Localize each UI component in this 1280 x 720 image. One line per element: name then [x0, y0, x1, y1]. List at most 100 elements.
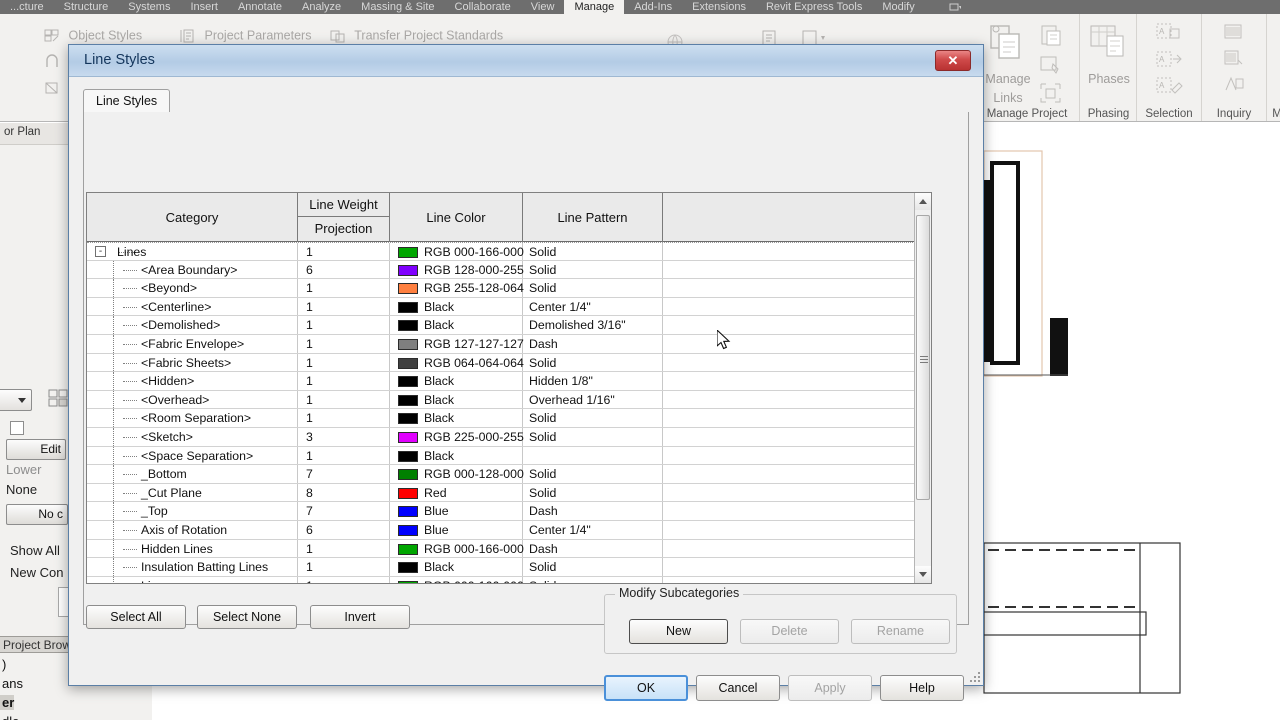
resize-grip[interactable] — [968, 670, 980, 682]
help-button[interactable]: Help — [880, 675, 964, 701]
cell-line-color[interactable]: Blue — [390, 502, 523, 520]
column-header-category[interactable]: Category — [87, 193, 298, 242]
table-row[interactable]: Hidden Lines 1 RGB 000-166-000 Dash — [87, 539, 931, 559]
cell-category[interactable]: - Lines — [87, 243, 298, 260]
grid-vertical-scrollbar[interactable] — [914, 193, 931, 583]
no-clip-button[interactable]: No c — [6, 504, 68, 525]
ok-button[interactable]: OK — [604, 675, 688, 701]
cell-line-color[interactable]: RGB 127-127-127 — [390, 334, 524, 353]
table-row[interactable]: <Hidden> 1 Black Hidden 1/8" — [87, 372, 931, 391]
cell-category[interactable]: Hidden Lines — [87, 539, 298, 558]
cell-line-color[interactable]: RGB 255-128-064 — [390, 279, 524, 297]
cell-line-pattern[interactable]: Solid — [523, 243, 663, 260]
table-row[interactable]: <Space Separation> 1 Black — [87, 446, 931, 466]
ribbon-item-transfer-project-standards[interactable]: Transfer Project Standards — [330, 28, 503, 44]
cell-line-weight[interactable]: 1 — [298, 243, 390, 260]
cell-category[interactable]: <Beyond> — [87, 279, 298, 297]
ribbon-tab--cture[interactable]: ...cture — [0, 0, 54, 14]
expander-icon[interactable]: - — [95, 246, 106, 257]
cell-line-weight[interactable]: 7 — [298, 465, 390, 483]
cell-line-pattern[interactable]: Solid — [523, 465, 663, 483]
cell-line-weight[interactable]: 1 — [298, 409, 390, 427]
select-all-button[interactable]: Select All — [86, 605, 186, 629]
cell-line-weight[interactable]: 8 — [298, 483, 390, 502]
cell-line-color[interactable]: RGB 225-000-255 — [390, 427, 524, 446]
cell-line-weight[interactable]: 6 — [298, 520, 390, 539]
cell-line-color[interactable]: Black — [390, 372, 523, 390]
table-row[interactable]: _Top 7 Blue Dash — [87, 502, 931, 521]
table-row[interactable]: <Overhead> 1 Black Overhead 1/16" — [87, 390, 931, 410]
cell-line-weight[interactable]: 7 — [298, 502, 390, 520]
cancel-button[interactable]: Cancel — [696, 675, 780, 701]
cell-category[interactable]: Insulation Batting Lines — [87, 558, 298, 576]
cell-line-pattern[interactable] — [523, 446, 663, 465]
cell-line-color[interactable]: Black — [390, 297, 523, 316]
cell-category[interactable]: Lines — [87, 576, 298, 583]
cell-line-weight[interactable]: 1 — [298, 390, 390, 409]
cell-line-color[interactable]: RGB 000-128-000 — [390, 465, 524, 483]
ribbon-tab-collaborate[interactable]: Collaborate — [445, 0, 521, 14]
scroll-up-icon[interactable] — [915, 193, 931, 210]
cell-line-weight[interactable]: 1 — [298, 539, 390, 558]
cell-line-pattern[interactable]: Solid — [523, 576, 663, 583]
scrollbar-thumb[interactable] — [916, 215, 930, 500]
column-header-line-pattern[interactable]: Line Pattern — [523, 193, 663, 242]
line-styles-grid[interactable]: Category Line Weight Projection Line Col… — [86, 192, 932, 584]
cell-line-weight[interactable]: 1 — [298, 316, 390, 334]
cell-line-weight[interactable]: 1 — [298, 576, 390, 583]
cell-category[interactable]: <Overhead> — [87, 390, 298, 409]
ribbon-tab-modify[interactable]: Modify — [872, 0, 924, 14]
new-subcategory-button[interactable]: New — [629, 619, 728, 644]
invert-button[interactable]: Invert — [310, 605, 410, 629]
project-browser-item[interactable]: ans — [0, 676, 23, 691]
cell-category[interactable]: <Space Separation> — [87, 446, 298, 465]
inquiry-icon-a[interactable] — [1222, 22, 1246, 44]
cell-line-weight[interactable]: 1 — [298, 353, 390, 372]
manage-project-icon-b[interactable] — [1039, 54, 1065, 78]
cell-line-color[interactable]: Black — [390, 409, 523, 427]
cell-line-weight[interactable]: 1 — [298, 297, 390, 316]
cell-category[interactable]: _Cut Plane — [87, 483, 298, 502]
column-header-line-weight[interactable]: Line Weight Projection — [298, 193, 390, 242]
scroll-down-icon[interactable] — [915, 566, 931, 583]
cell-line-color[interactable]: RGB 000-166-000 — [390, 243, 524, 260]
cell-line-pattern[interactable]: Dash — [523, 334, 663, 353]
cell-category[interactable]: <Hidden> — [87, 372, 298, 390]
table-row[interactable]: <Demolished> 1 Black Demolished 3/16" — [87, 316, 931, 335]
cell-category[interactable]: <Demolished> — [87, 316, 298, 334]
cell-line-pattern[interactable]: Center 1/4" — [523, 297, 663, 316]
ribbon-item-project-parameters[interactable]: Project Parameters — [180, 28, 311, 44]
show-all-link[interactable]: Show All — [10, 543, 60, 558]
table-row[interactable]: - Lines 1 RGB 000-166-000 Solid — [87, 242, 931, 261]
table-row[interactable]: <Beyond> 1 RGB 255-128-064 Solid — [87, 279, 931, 298]
table-row[interactable]: _Cut Plane 8 Red Solid — [87, 483, 931, 503]
ribbon-item-object-styles[interactable]: Object Styles — [44, 28, 142, 44]
tab-line-styles[interactable]: Line Styles — [83, 89, 171, 113]
ribbon-minimize-icon[interactable] — [939, 0, 971, 14]
cell-line-color[interactable]: RGB 000-166-000 — [390, 539, 524, 558]
table-row[interactable]: Lines 1 RGB 000-166-000 Solid — [87, 576, 931, 583]
cell-line-pattern[interactable]: Center 1/4" — [523, 520, 663, 539]
cell-line-pattern[interactable]: Dash — [523, 539, 663, 558]
cell-line-color[interactable]: RGB 000-166-000 — [390, 576, 524, 583]
cell-line-weight[interactable]: 6 — [298, 260, 390, 279]
cell-category[interactable]: _Top — [87, 502, 298, 520]
cell-line-pattern[interactable]: Hidden 1/8" — [523, 372, 663, 390]
cell-line-color[interactable]: Black — [390, 390, 523, 409]
selection-edit-icon[interactable]: A — [1155, 76, 1183, 100]
new-construction-link[interactable]: New Con — [10, 565, 63, 580]
ribbon-tab-revit-express-tools[interactable]: Revit Express Tools — [756, 0, 872, 14]
cell-line-weight[interactable]: 1 — [298, 372, 390, 390]
manage-links-icon[interactable] — [987, 22, 1025, 62]
cell-line-pattern[interactable]: Solid — [523, 353, 663, 372]
cell-line-color[interactable]: RGB 064-064-064 — [390, 353, 524, 372]
table-row[interactable]: <Area Boundary> 6 RGB 128-000-255 Solid — [87, 260, 931, 280]
cell-line-weight[interactable]: 3 — [298, 427, 390, 446]
cell-line-pattern[interactable]: Solid — [523, 279, 663, 297]
project-browser-item[interactable]: ) — [0, 657, 6, 672]
inquiry-icon-b[interactable] — [1222, 48, 1246, 70]
cell-line-pattern[interactable]: Solid — [523, 427, 663, 446]
project-browser-item[interactable]: er — [0, 695, 15, 710]
ribbon-tab-systems[interactable]: Systems — [118, 0, 180, 14]
table-row[interactable]: Axis of Rotation 6 Blue Center 1/4" — [87, 520, 931, 540]
